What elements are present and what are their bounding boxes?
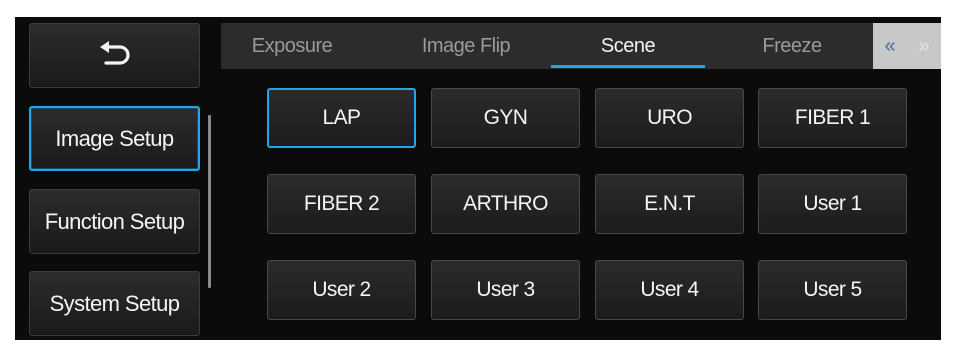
scene-button-label: URO	[647, 106, 692, 129]
scene-button-label: FIBER 2	[303, 192, 380, 215]
sidebar-item-label: Function Setup	[44, 208, 185, 234]
tab-next-button[interactable]: »	[918, 35, 929, 58]
scene-button-label: FIBER 1	[794, 106, 871, 129]
tab-image-flip[interactable]: Image Flip	[395, 23, 537, 69]
sidebar-item-system-setup[interactable]: System Setup	[29, 271, 200, 336]
scene-button-label: GYN	[483, 106, 528, 129]
tab-label: Freeze	[762, 34, 822, 57]
sidebar-item-label: Image Setup	[55, 125, 174, 151]
tab-scroll-controls: « »	[873, 23, 941, 69]
scene-button-fiber-2[interactable]: FIBER 2	[267, 174, 416, 234]
scene-button-user-3[interactable]: User 3	[431, 260, 580, 320]
tab-label: Image Flip	[421, 34, 511, 57]
scene-button-label: User 1	[803, 192, 862, 215]
scene-button-label: E.N.T	[644, 192, 695, 215]
back-button[interactable]	[29, 23, 200, 88]
tab-label: Exposure	[251, 34, 333, 57]
sidebar: Image Setup Function Setup System Setup	[15, 17, 221, 340]
scene-button-label: User 4	[640, 278, 699, 301]
scene-button-label: User 2	[312, 278, 371, 301]
scene-button-fiber-1[interactable]: FIBER 1	[758, 88, 907, 148]
scene-button-uro[interactable]: URO	[595, 88, 744, 148]
scene-button-user-2[interactable]: User 2	[267, 260, 416, 320]
scene-button-gyn[interactable]: GYN	[431, 88, 580, 148]
sidebar-item-function-setup[interactable]: Function Setup	[29, 189, 200, 254]
tab-prev-button[interactable]: «	[884, 35, 895, 58]
tab-bar: Exposure Image Flip Scene Freeze « »	[221, 23, 941, 69]
sidebar-item-image-setup[interactable]: Image Setup	[29, 106, 200, 171]
scene-button-user-5[interactable]: User 5	[758, 260, 907, 320]
scene-button-label: LAP	[322, 106, 362, 129]
scene-button-user-4[interactable]: User 4	[595, 260, 744, 320]
tab-freeze[interactable]: Freeze	[731, 23, 853, 69]
scene-button-ent[interactable]: E.N.T	[595, 174, 744, 234]
sidebar-scrollbar[interactable]	[208, 115, 211, 288]
scene-button-user-1[interactable]: User 1	[758, 174, 907, 234]
scene-button-lap[interactable]: LAP	[267, 88, 416, 148]
device-screen: Image Setup Function Setup System Setup …	[15, 17, 941, 340]
scene-button-arthro[interactable]: ARTHRO	[431, 174, 580, 234]
sidebar-item-label: System Setup	[49, 290, 180, 316]
tab-scene[interactable]: Scene	[551, 23, 705, 69]
scene-button-label: User 3	[476, 278, 535, 301]
scene-button-label: User 5	[803, 278, 862, 301]
return-arrow-icon	[98, 40, 132, 71]
scene-button-label: ARTHRO	[463, 192, 548, 215]
active-tab-indicator	[551, 65, 705, 68]
tab-exposure[interactable]: Exposure	[231, 23, 353, 69]
tab-label: Scene	[600, 34, 656, 57]
